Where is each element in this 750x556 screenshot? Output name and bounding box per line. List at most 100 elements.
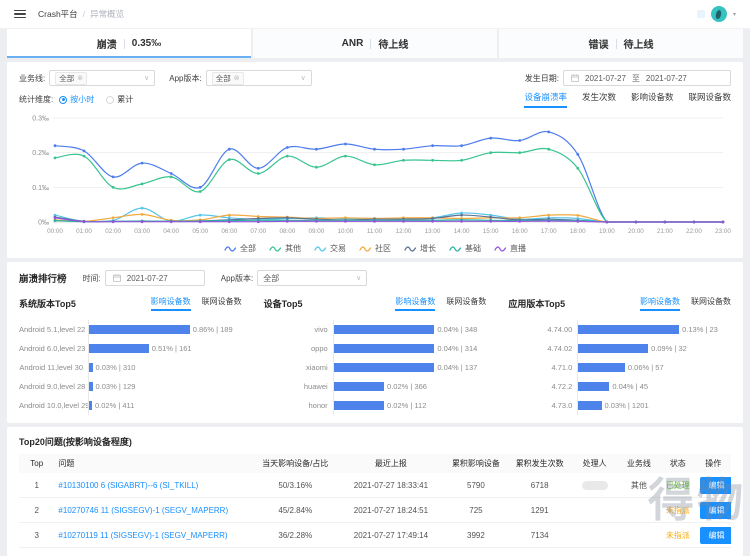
issue-link: #10270119 11 (SIGSEGV)-1 (SEGV_MAPERR) [54,523,252,548]
app-version-label: App版本: [169,73,201,84]
data-point [83,220,86,223]
bar-label: 4.74.02 [508,344,577,353]
tag-text: 全部 [59,73,74,84]
time-value[interactable]: 2021-07-27 [127,274,168,283]
tag-close-icon[interactable]: ⊗ [234,73,240,84]
bar[interactable] [334,401,384,410]
breadcrumb-app[interactable]: Crash平台 [38,8,78,20]
handler [572,523,618,548]
bar-row: Android 5.1,level 220.86% | 189 [19,320,242,339]
bar-row: Android 11,level 300.03% | 310 [19,358,242,377]
data-point [170,172,173,175]
edit-button[interactable]: 编辑 [700,477,731,494]
metric-tab-affected-devices[interactable]: 影响设备数 [631,91,674,108]
metric-tab-crash-rate[interactable]: 设备崩溃率 [524,91,567,108]
metric-tab-occurrences[interactable]: 发生次数 [582,91,616,108]
bar[interactable] [89,401,92,410]
tab-online-devices[interactable]: 联网设备数 [202,296,242,311]
data-point [141,183,144,186]
data-point [373,220,376,223]
issue-link[interactable]: #10270119 11 (SIGSEGV)-1 (SEGV_MAPERR) [58,531,227,540]
bar[interactable] [578,344,648,353]
tab-online-devices[interactable]: 联网设备数 [446,296,486,311]
table-row: 1#10130100 6 (SIGABRT)--6 (SI_TKILL)50/3… [19,473,731,498]
tab-anr[interactable]: ANR 待上线 [253,29,497,58]
edit-button[interactable]: 编辑 [700,527,731,544]
date-to[interactable]: 2021-07-27 [646,74,687,83]
bar[interactable] [89,363,93,372]
handler-pill [582,481,608,490]
actions: 编辑 [696,523,731,548]
data-point [83,155,86,158]
data-point [460,214,463,217]
issue-link: #10270746 11 (SIGSEGV)-1 (SEGV_MAPERR) [54,498,252,523]
x-axis-tick: 23:00 [715,228,731,235]
legend-label: 交易 [330,243,346,254]
tag-close-icon[interactable]: ⊗ [77,73,83,84]
date-range-picker[interactable]: 2021-07-27 至 2021-07-27 [563,70,731,86]
tab-online-devices[interactable]: 联网设备数 [691,296,731,311]
app-version-select[interactable]: 全部 ⊗ ∨ [206,70,312,86]
bar[interactable] [578,382,609,391]
last-report-time: 2021-07-27 18:33:41 [338,473,444,498]
legend-item-增长[interactable]: 增长 [404,243,436,254]
lb-app-version-select[interactable]: 全部 ∨ [257,270,367,286]
bar[interactable] [334,382,384,391]
chevron-down-icon[interactable]: ▾ [733,11,736,18]
radio-cumulative[interactable]: 累计 [106,94,133,105]
data-point [489,220,492,223]
column-header: Top [19,454,54,473]
issue-link[interactable]: #10270746 11 (SIGSEGV)-1 (SEGV_MAPERR) [58,506,228,515]
tab-crash[interactable]: 崩溃 0.35‰ [7,29,251,58]
tab-affected-devices[interactable]: 影响设备数 [640,296,680,311]
business-line-select[interactable]: 全部 ⊗ ∨ [49,70,155,86]
today-affected: 36/2.28% [253,523,338,548]
tab-affected-devices[interactable]: 影响设备数 [395,296,435,311]
legend-label: 社区 [375,243,391,254]
avatar[interactable] [711,6,727,22]
legend-item-基础[interactable]: 基础 [449,243,481,254]
legend-label: 直播 [510,243,526,254]
chart-legend: 全部 其他 交易 社区 增长 基础 直播 [19,243,731,254]
legend-item-社区[interactable]: 社区 [359,243,391,254]
bar[interactable] [89,382,93,391]
data-point [286,146,289,149]
issue-link[interactable]: #10130100 6 (SIGABRT)--6 (SI_TKILL) [58,481,198,490]
notification-icon[interactable] [697,10,705,18]
tab-divider [124,39,125,49]
legend-item-全部[interactable]: 全部 [224,243,256,254]
bar[interactable] [578,401,601,410]
bar[interactable] [578,363,625,372]
crash-trend-chart: 0‰0.1‰0.2‰0.3‰00:0001:0002:0003:0004:000… [19,112,731,240]
menu-icon[interactable] [14,10,26,19]
selected-tag: 全部 ⊗ [55,72,87,85]
radio-by-hour[interactable]: 按小时 [59,94,94,105]
data-point [518,220,521,223]
total-affected-devices: 5790 [444,473,508,498]
legend-item-直播[interactable]: 直播 [494,243,526,254]
bar[interactable] [334,363,435,372]
legend-item-其他[interactable]: 其他 [269,243,301,254]
edit-button[interactable]: 编辑 [700,502,731,519]
table-row: 3#10270119 11 (SIGSEGV)-1 (SEGV_MAPERR)3… [19,523,731,548]
status-badge: 已处理 [660,473,695,498]
x-axis-tick: 10:00 [338,228,354,235]
total-occurrences: 6718 [508,473,572,498]
bar[interactable] [334,325,435,334]
bar[interactable] [89,325,190,334]
bar[interactable] [578,325,679,334]
legend-item-交易[interactable]: 交易 [314,243,346,254]
bar[interactable] [334,344,435,353]
data-point [402,220,405,223]
bar-row: oppo0.04% | 314 [264,339,487,358]
data-point [518,151,521,154]
data-point [141,213,144,216]
date-from[interactable]: 2021-07-27 [585,74,626,83]
time-picker[interactable]: 2021-07-27 [105,270,205,286]
metric-tab-online-devices[interactable]: 联网设备数 [688,91,731,108]
chart-wrap: 0‰0.1‰0.2‰0.3‰00:0001:0002:0003:0004:000… [19,112,731,254]
data-point [344,220,347,223]
tab-affected-devices[interactable]: 影响设备数 [151,296,191,311]
tab-error[interactable]: 错误 待上线 [499,29,743,58]
bar[interactable] [89,344,149,353]
